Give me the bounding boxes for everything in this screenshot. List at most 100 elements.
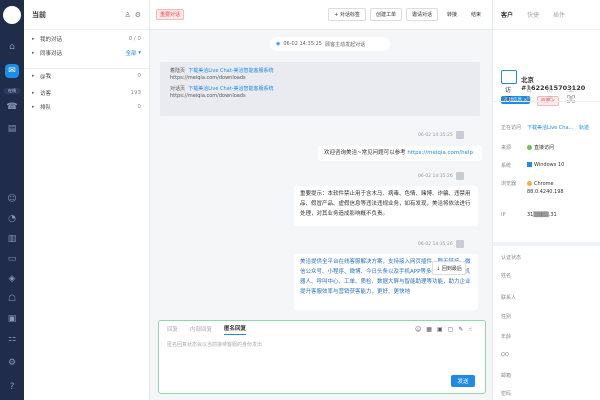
message-text: 欢迎咨询美洽~常见问题可以参考 [324, 150, 406, 156]
list-item-mine[interactable]: ▸ 我的对话 0 / 0 [24, 32, 149, 46]
conversation-list: 当前 ♙ ⚙ ▸ 我的对话 0 / 0 ▸ 同事对话 全部 ▾ ▸ @我 0 ▸… [24, 0, 150, 400]
message-bubble: 重要提示：本软件禁止用于含木马、病毒、色情、赌博、诈骗、违禁用品、假冒产品、虚假… [294, 186, 478, 226]
tab-history[interactable]: 历史 [547, 85, 554, 103]
reply-input[interactable]: 匿名回复状态会以当前接待客服的身份发出 [159, 337, 485, 352]
online-status-badge[interactable]: 在线 [4, 88, 20, 94]
shield-icon[interactable]: ◈ [5, 272, 19, 286]
message-text: 重要提示：本软件禁止用于含木马、病毒、色情、赌博、诈骗、违禁用品、假冒产品、虚假… [300, 191, 471, 217]
list-item-mention[interactable]: ▸ @我 0 [24, 68, 149, 82]
landing-label: 着陆页 [170, 68, 186, 74]
tab-quick[interactable]: 快捷 [527, 10, 539, 19]
field-gender: 性别 [501, 314, 512, 320]
thumbs-up-icon[interactable]: ☝ [468, 326, 472, 333]
person-icon[interactable]: ♙ [124, 11, 130, 19]
file-icon[interactable]: ▢ [448, 326, 454, 333]
list-item-count: 0 [137, 104, 142, 110]
list-item-label: @我 [40, 73, 52, 80]
track-link[interactable]: 轨迹 [579, 124, 589, 131]
info-key: 正在访问 [501, 125, 522, 131]
list-item-label: 我的对话 [40, 37, 63, 43]
visitor-subtabs: 访问 名片 历史 工单 [493, 85, 600, 103]
current-page-link[interactable]: 下载美洽Live Chat-美洽智能客服系统 [527, 124, 575, 131]
chat-toolbar: 重要对话 + 对话标签 创建工单 邀请对话 转接 结束 [150, 0, 492, 30]
reply-tabs: 回复 内部回复 匿名回复 ☺ ▦ ▣ ▢ ✎ ☝ [159, 321, 485, 337]
list-item-queue[interactable]: ▸ 排队 0 [24, 100, 149, 114]
monitor-icon[interactable]: ▭ [5, 252, 19, 266]
emoji-icon[interactable]: ☺ [415, 326, 421, 333]
list-item-colleagues[interactable]: ▸ 同事对话 全部 ▾ [24, 46, 149, 60]
chat-page-label: 对话页 [170, 86, 186, 92]
landing-url: https://meiqia.com/downloads [170, 75, 246, 81]
book-icon[interactable]: ▣ [5, 312, 19, 326]
info-row: IP 31▒▒▒▒.31 [501, 212, 557, 218]
settings-icon[interactable]: ⚙ [5, 356, 19, 370]
list-item-count: 0 / 0 [128, 36, 141, 42]
help-icon[interactable]: ? [5, 380, 19, 394]
message-time: 06-02 14:35:25 [283, 41, 322, 47]
image-icon[interactable]: ▣ [437, 326, 443, 333]
info-row: 正在访问 下载美洽Live Chat-美洽智能客服系统 轨迹 [501, 124, 600, 131]
windows-icon [527, 162, 532, 167]
transfer-button[interactable]: 转接 [441, 9, 462, 20]
chat-page-url: https://meiqia.com/downloads [170, 93, 246, 99]
customer-icon[interactable]: ☺ [5, 192, 19, 206]
gear-icon[interactable]: ⚙ [135, 11, 141, 19]
apps-icon[interactable]: ⚏ [5, 332, 19, 346]
tab-tickets[interactable]: 工单 [568, 85, 575, 103]
landing-link[interactable]: 下载美洽Live Chat-美洽智能客服系统 [188, 68, 273, 74]
tab-internal-reply[interactable]: 内部回复 [190, 325, 212, 333]
message-time: 06-02 14:35:25 [418, 132, 453, 138]
info-value: Windows 10 [534, 162, 565, 168]
clock-icon: ◉ [276, 41, 281, 47]
end-button[interactable]: 结束 [465, 9, 486, 20]
robot-icon[interactable]: ☖ [5, 292, 19, 306]
tab-visit[interactable]: 访问 [505, 85, 512, 103]
chevron-down-icon: ▾ [136, 50, 141, 56]
caret-icon: ▸ [32, 90, 35, 96]
send-button[interactable]: 发送 [451, 375, 475, 387]
home-icon[interactable]: ⌂ [5, 40, 19, 54]
stats-icon[interactable]: ◔ [5, 212, 19, 226]
tab-customer[interactable]: 客户 [501, 10, 513, 19]
tab-reply[interactable]: 回复 [167, 325, 178, 333]
tab-anonymous-reply[interactable]: 匿名回复 [224, 324, 247, 335]
field-qq: QQ [501, 352, 509, 358]
field-auth-status: 认证状态 [501, 255, 522, 261]
message-time: 06-02 14:35:26 [418, 173, 453, 179]
field-password: 密码 [501, 391, 512, 397]
chat-page-link[interactable]: 下载美洽Live Chat-美洽智能客服系统 [188, 86, 273, 92]
message-meta: 06-02 14:35:25 [418, 131, 464, 139]
message-meta: 06-02 14:35:26 [418, 240, 464, 248]
agent-avatar-small [455, 240, 464, 248]
visit-info-card: 着陆页 下载美洽Live Chat-美洽智能客服系统 https://meiqi… [160, 62, 480, 116]
add-tag-button[interactable]: + 对话标签 [328, 8, 366, 21]
chat-icon[interactable]: ✉ [5, 64, 19, 78]
conversation-tag[interactable]: 重要对话 [156, 9, 185, 20]
field-contact: 联系人 [501, 295, 517, 301]
list-header: 当前 ♙ ⚙ [24, 0, 149, 30]
info-row: 系统 Windows 10 [501, 162, 564, 169]
filter-dropdown[interactable]: 全部 [125, 49, 136, 57]
field-email: 邮箱 [501, 373, 512, 379]
tab-plugins[interactable]: 插件 [553, 10, 565, 19]
ticket-icon[interactable]: ▤ [5, 122, 19, 136]
list-item-count: 0 [137, 72, 142, 79]
info-value: Chrome 88.0.4240.198 [527, 181, 564, 195]
list-item-label: 排队 [40, 105, 52, 111]
tab-card[interactable]: 名片 [526, 85, 533, 103]
invite-button[interactable]: 邀请对话 [405, 8, 438, 21]
info-value: 直接访问 [534, 145, 555, 151]
agent-avatar[interactable] [3, 6, 21, 24]
reply-box: 回复 内部回复 匿名回复 ☺ ▦ ▣ ▢ ✎ ☝ 匿名回复状态会以当前接待客服的… [158, 320, 486, 394]
phone-icon[interactable]: ☎ [5, 100, 19, 114]
scroll-to-latest-button[interactable]: ↓ 回到最后 [432, 261, 466, 275]
rating-icon[interactable]: ✎ [458, 326, 463, 333]
chart-icon[interactable]: ▥ [5, 232, 19, 246]
create-ticket-button[interactable]: 创建工单 [369, 8, 402, 21]
caret-icon: ▸ [32, 50, 35, 56]
list-item-visitors[interactable]: ▸ 访客 193 [24, 86, 149, 100]
field-name: 姓名 [501, 273, 512, 279]
quick-reply-icon[interactable]: ▦ [426, 326, 432, 333]
info-row: 浏览器 Chrome 88.0.4240.198 [501, 180, 600, 196]
help-link[interactable]: https://meiqia.com/help [407, 150, 473, 156]
